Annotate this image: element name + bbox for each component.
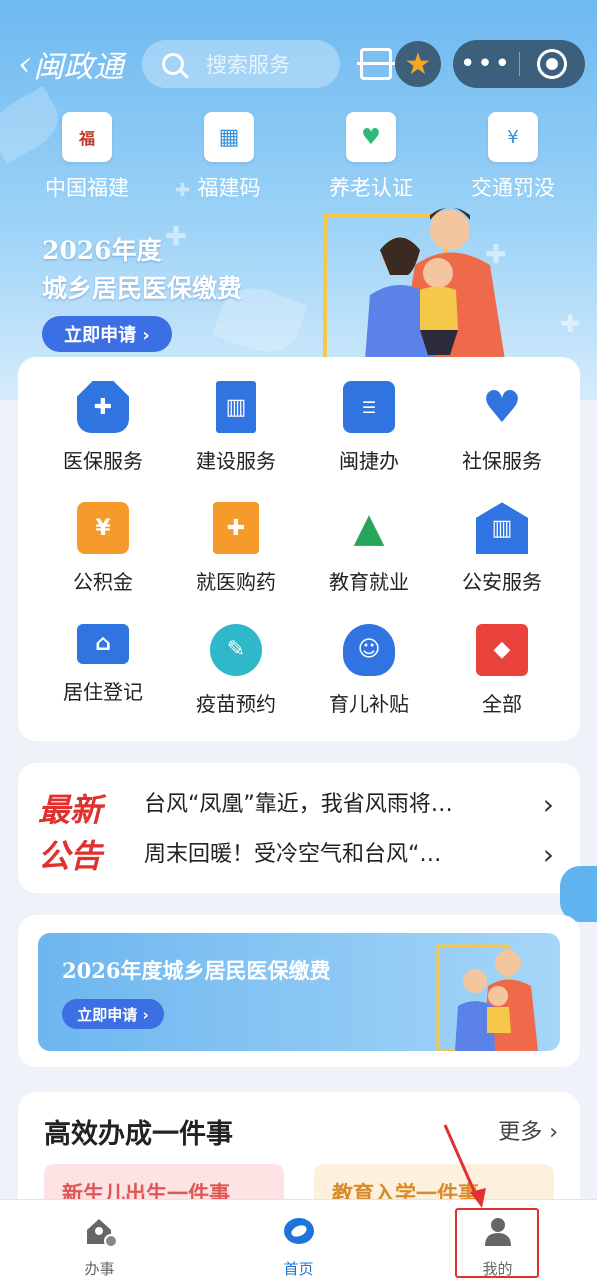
tab-home[interactable]: 首页 (199, 1200, 398, 1283)
promo-banner[interactable]: 2026年度城乡居民医保缴费 立即申请 › (38, 933, 560, 1051)
all-services-icon: ◆ (476, 623, 528, 676)
notice-item[interactable]: 台风“凤凰”靠近，我省风雨将… › (144, 785, 554, 825)
service-label: 就医购药 (196, 570, 276, 595)
capsule-divider (519, 52, 520, 76)
service-label: 全部 (482, 691, 522, 716)
service-label: 疫苗预约 (196, 691, 276, 716)
scan-icon[interactable] (357, 48, 395, 80)
more-label: 更多 (498, 1120, 543, 1145)
notice-tag: 最新 公告 (38, 787, 102, 879)
service-social-security[interactable]: ♥ 社保服务 (437, 377, 567, 489)
banner-title[interactable]: 2026年度 城乡居民医保缴费 (42, 232, 242, 308)
tab-affairs[interactable]: 办事 (0, 1200, 199, 1283)
more-link[interactable]: 更多 › (498, 1114, 558, 1146)
search-input[interactable]: 搜索服务 (142, 40, 340, 88)
service-label: 公积金 (73, 570, 133, 595)
quick-link-china-fujian[interactable]: 福 中国福建 (16, 112, 158, 202)
mini-program-capsule: ••• (453, 40, 585, 88)
top-bar: ‹ 闽政通 搜索服务 ★ ••• (0, 38, 597, 90)
tab-label: 办事 (84, 1260, 115, 1278)
graduation-cap-icon: ▲ (353, 505, 385, 552)
service-childcare-subsidy[interactable]: ☺ 育儿补贴 (304, 620, 434, 732)
service-medical-insurance[interactable]: ✚ 医保服务 (38, 377, 168, 489)
medical-insurance-icon: ✚ (77, 381, 129, 433)
traffic-fine-icon: ¥ (488, 112, 538, 162)
banner-title-line2: 城乡居民医保缴费 (42, 274, 243, 303)
public-security-icon: ▥ (476, 502, 528, 555)
service-label: 社保服务 (462, 449, 542, 473)
quick-link-pension-verify[interactable]: ♥ 养老认证 (300, 112, 442, 202)
pension-verify-icon: ♥ (346, 112, 396, 162)
promo-card: 2026年度城乡居民医保缴费 立即申请 › (18, 915, 580, 1067)
more-menu-button[interactable]: ••• (453, 40, 519, 88)
residence-card-icon: ⌂ (77, 623, 129, 664)
service-label: 医保服务 (63, 449, 143, 473)
tab-label: 首页 (283, 1260, 314, 1278)
service-vaccine-booking[interactable]: ✎ 疫苗预约 (171, 620, 301, 732)
social-security-icon: ♥ (482, 381, 522, 433)
notice-card: 最新 公告 台风“凤凰”靠近，我省风雨将… › 周末回暖！受冷空气和台风“… › (18, 763, 580, 893)
promo-family-illustration (436, 944, 538, 1051)
hospital-icon: ✚ (213, 502, 259, 555)
service-label: 居住登记 (63, 679, 143, 704)
close-miniprogram-button[interactable] (537, 49, 567, 79)
quick-link-label: 福建码 (197, 176, 261, 200)
notice-item[interactable]: 周末回暖！受冷空气和台风“… › (144, 835, 554, 875)
building-icon: ▥ (216, 381, 256, 433)
quick-links: 福 中国福建 ▦ 福建码 ♥ 养老认证 ¥ 交通罚没 (0, 112, 597, 202)
notice-item-text: 周末回暖！受冷空气和台风“… (144, 842, 442, 867)
service-min-jie-ban[interactable]: ☰ 闽捷办 (304, 377, 434, 489)
quick-link-label: 中国福建 (45, 176, 129, 200)
family-illustration (323, 207, 505, 360)
quick-link-traffic-fine[interactable]: ¥ 交通罚没 (442, 112, 584, 202)
fujian-seal-icon: 福 (62, 112, 112, 162)
notice-tag-line2: 公告 (38, 837, 103, 875)
services-grid: ✚ 医保服务 ▥ 建设服务 ☰ 闽捷办 ♥ 社保服务 ¥ 公积金 ✚ 就医购药 … (18, 357, 580, 741)
service-label: 建设服务 (196, 449, 276, 473)
min-jie-ban-icon: ☰ (343, 381, 395, 433)
service-label: 公安服务 (462, 570, 542, 595)
affairs-icon (86, 1219, 118, 1248)
housing-fund-icon: ¥ (77, 502, 129, 555)
assistant-mascot-icon[interactable] (560, 866, 597, 922)
service-all[interactable]: ◆ 全部 (437, 620, 567, 732)
service-medical-purchase[interactable]: ✚ 就医购药 (171, 498, 301, 610)
promo-title: 2026年度城乡居民医保缴费 (62, 958, 331, 983)
highlight-box (455, 1208, 539, 1278)
section-title: 高效办成一件事 (44, 1119, 233, 1150)
service-label: 教育就业 (329, 570, 409, 595)
favorite-star-icon[interactable]: ★ (395, 41, 441, 87)
quick-link-fujian-code[interactable]: ▦ 福建码 (158, 112, 300, 202)
banner-title-line1: 2026年度 (42, 236, 162, 265)
back-button[interactable]: ‹ 闽政通 (18, 42, 124, 86)
notice-item-text: 台风“凤凰”靠近，我省风雨将… (144, 792, 453, 817)
service-education-employment[interactable]: ▲ 教育就业 (304, 498, 434, 610)
home-logo-icon (283, 1218, 314, 1244)
chevron-right-icon: › (542, 838, 554, 871)
banner-apply-button[interactable]: 立即申请 › (42, 316, 172, 352)
service-label: 育儿补贴 (329, 691, 409, 716)
service-construction[interactable]: ▥ 建设服务 (171, 377, 301, 489)
service-residence-registration[interactable]: ⌂ 居住登记 (38, 620, 168, 732)
vaccine-icon: ✎ (210, 623, 262, 676)
qr-code-icon: ▦ (204, 112, 254, 162)
app-title: 闽政通 (33, 50, 124, 85)
service-public-security[interactable]: ▥ 公安服务 (437, 498, 567, 610)
back-chevron-icon: ‹ (18, 44, 32, 84)
promo-apply-button[interactable]: 立即申请 › (62, 999, 164, 1029)
chevron-right-icon: › (542, 788, 554, 821)
search-icon (162, 53, 184, 75)
service-label: 闽捷办 (339, 449, 399, 473)
search-placeholder: 搜索服务 (206, 53, 290, 77)
service-housing-fund[interactable]: ¥ 公积金 (38, 498, 168, 610)
childcare-subsidy-icon: ☺ (343, 623, 395, 676)
notice-tag-line1: 最新 (38, 791, 103, 829)
